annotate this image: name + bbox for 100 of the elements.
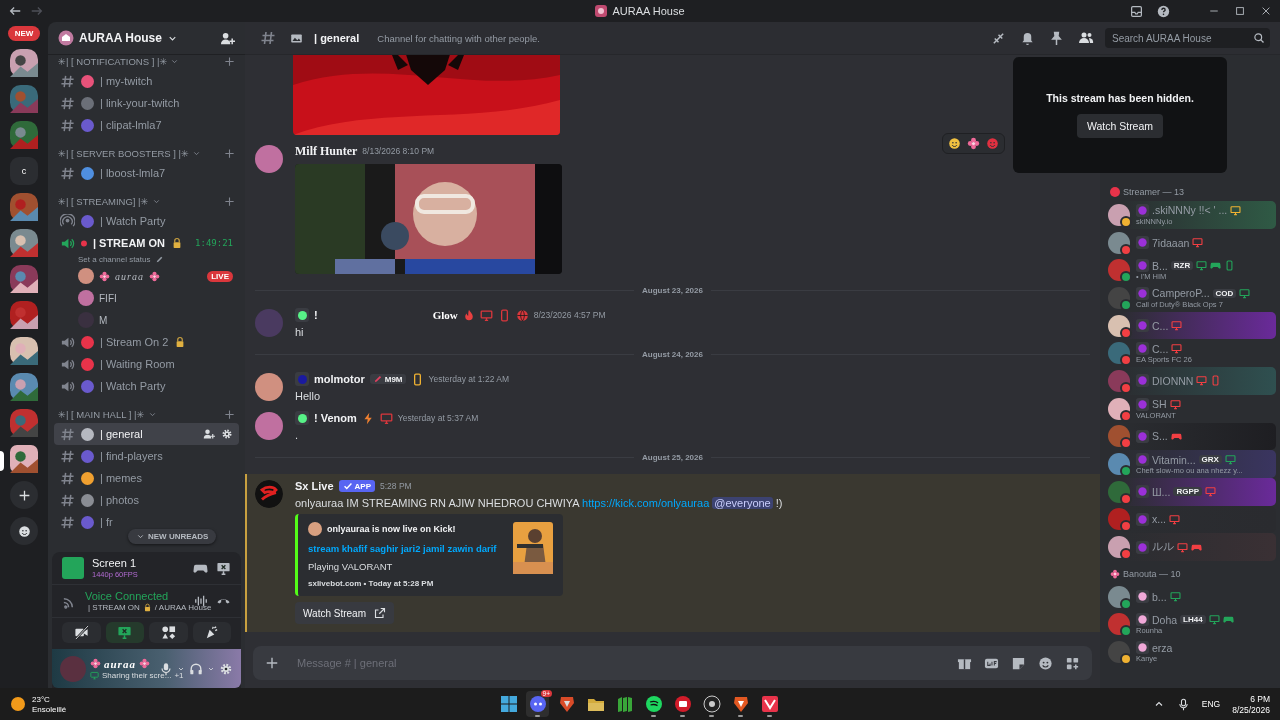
voice-member-name[interactable]: FIFI xyxy=(99,292,117,304)
add-server-button[interactable] xyxy=(10,481,38,509)
explore-button[interactable] xyxy=(10,517,38,545)
embed-description: Playing VALORANT xyxy=(308,561,394,572)
channel-item[interactable]: | Watch Party xyxy=(54,210,239,232)
link[interactable]: https://kick.com/onlyauraa xyxy=(582,497,710,509)
channel-item[interactable]: | lboost-lmla7 xyxy=(54,162,239,184)
search-field[interactable]: Search AURAA House xyxy=(1105,28,1270,48)
voice-channel-name[interactable]: | STREAM ON xyxy=(88,603,140,612)
author-name[interactable]: molmotor xyxy=(314,373,365,385)
new-badge[interactable]: NEW xyxy=(7,26,41,41)
attach-button[interactable] xyxy=(265,656,279,670)
message-field[interactable]: Message # | general xyxy=(295,656,945,670)
date-divider: August 25, 2026 xyxy=(642,453,703,462)
category-label[interactable]: ✳| [ NOTIFICATIONS ] |✳ xyxy=(58,56,168,67)
mention[interactable]: @everyone xyxy=(712,497,773,509)
watch-stream-button[interactable]: Watch Stream xyxy=(295,602,394,624)
member-group-title: Banouta — 10 xyxy=(1123,568,1181,579)
channel-item[interactable]: | find-players xyxy=(54,445,239,467)
role-dot-icon xyxy=(1136,512,1149,526)
guild-tag: RZR xyxy=(1170,261,1194,271)
role-dot-icon xyxy=(1136,374,1149,388)
camera-button[interactable] xyxy=(62,622,101,643)
channel-item[interactable]: | Watch Party xyxy=(54,375,239,397)
server-icon[interactable] xyxy=(10,193,38,221)
channel-item[interactable]: | my-twitch xyxy=(54,70,239,92)
screen-share-button[interactable] xyxy=(105,622,144,643)
server-icon[interactable] xyxy=(10,49,38,77)
channel-item[interactable]: | memes xyxy=(54,467,239,489)
server-icon[interactable] xyxy=(10,121,38,149)
author-name[interactable]: Milf Hunter xyxy=(295,143,358,159)
server-icon[interactable] xyxy=(10,301,38,329)
check-icon xyxy=(342,481,353,491)
avatar xyxy=(1108,369,1130,392)
new-unreads-toast[interactable]: NEW UNREADS xyxy=(128,529,217,544)
voice-member-name[interactable]: M xyxy=(99,314,108,326)
server-icon[interactable]: c xyxy=(10,157,38,185)
guild-tag: M9M xyxy=(369,374,406,384)
role-dot-icon xyxy=(1136,540,1149,554)
activities-button[interactable] xyxy=(149,622,188,643)
avatar xyxy=(255,480,283,508)
message-text: Hello xyxy=(295,390,322,402)
desktop-icon xyxy=(1169,398,1181,410)
voice-member-name[interactable]: auraa xyxy=(115,270,144,282)
voice-status[interactable]: Voice Connected xyxy=(85,590,178,602)
category-label[interactable]: ✳| [ STREAMING] |✳ xyxy=(58,196,149,207)
role-dot-icon xyxy=(1136,342,1149,356)
channel-item[interactable]: | Waiting Room xyxy=(54,353,239,375)
mobile-icon xyxy=(1210,375,1222,387)
message-composer[interactable]: Message # | general xyxy=(253,646,1092,680)
server-name[interactable]: AURAA House xyxy=(79,31,162,45)
language-indicator[interactable]: ENG xyxy=(1201,699,1221,709)
channel-item[interactable]: | photos xyxy=(54,489,239,511)
channel-item[interactable]: | STREAM ON 1:49:21 xyxy=(54,232,239,254)
gamepad-icon xyxy=(1222,614,1234,626)
server-icon[interactable] xyxy=(10,445,38,473)
headphones-icon xyxy=(189,661,203,676)
channel-topic[interactable]: Channel for chatting with other people. xyxy=(377,32,540,44)
server-icon xyxy=(595,5,608,17)
app-badge: APP xyxy=(338,480,375,492)
add-person-icon xyxy=(203,428,215,440)
channel-item[interactable]: | general xyxy=(54,423,239,445)
stage-icon xyxy=(60,213,75,229)
author-name[interactable]: Sx Live xyxy=(295,480,334,492)
hash-icon xyxy=(60,95,75,111)
message-text: onlyauraa IM STREAMING RN AJIW NHEDROU CHWIYA https://kick.com/onlyauraa @everyone !) xyxy=(295,497,783,509)
channel-item[interactable]: | clipat-lmla7 xyxy=(54,114,239,136)
voice-server-name: / AURAA House xyxy=(154,603,212,612)
channel-item[interactable]: | link-your-twitch xyxy=(54,92,239,114)
embed-title[interactable]: stream khafif saghir jari2 jamil zawin darif xyxy=(308,543,503,554)
watch-stream-button[interactable]: Watch Stream xyxy=(1076,114,1164,138)
embed-author: onlyauraa is now live on Kick! xyxy=(327,524,456,534)
flower-icon xyxy=(148,270,160,282)
author-name[interactable]: ! xyxy=(314,309,318,321)
server-icon[interactable] xyxy=(10,229,38,257)
member-item[interactable]: b... xyxy=(1104,582,1276,611)
desktop-icon xyxy=(1169,513,1180,525)
hash-icon xyxy=(60,426,75,442)
author-name[interactable]: ! Venom xyxy=(314,412,357,424)
member-item[interactable]: 7idaaan xyxy=(1104,228,1276,257)
server-icon[interactable] xyxy=(10,373,38,401)
message-text: hi xyxy=(295,326,305,338)
mobile-icon xyxy=(1224,260,1236,272)
desktop-icon xyxy=(379,411,393,425)
user-name[interactable]: auraa xyxy=(104,657,136,670)
category-label[interactable]: ✳| [ SERVER BOOSTERS ] |✳ xyxy=(58,148,189,159)
search-input[interactable]: Search AURAA House xyxy=(1110,31,1249,45)
server-icon[interactable] xyxy=(10,337,38,365)
channel-status[interactable]: Set a channel status xyxy=(78,254,151,265)
server-icon[interactable] xyxy=(10,265,38,293)
chevron-icon xyxy=(147,410,157,419)
pencil-icon xyxy=(154,255,164,264)
plus-icon xyxy=(224,56,235,67)
channel-item[interactable]: | Stream On 2 xyxy=(54,331,239,353)
bell-icon xyxy=(1020,30,1035,46)
member-name: Vitamin... xyxy=(1152,453,1196,466)
reaction-toolbar[interactable] xyxy=(942,133,1005,154)
soundboard-button[interactable] xyxy=(192,622,231,643)
hash-icon xyxy=(60,492,75,508)
category-label[interactable]: ✳| [ MAIN HALL ] |✳ xyxy=(58,409,145,420)
